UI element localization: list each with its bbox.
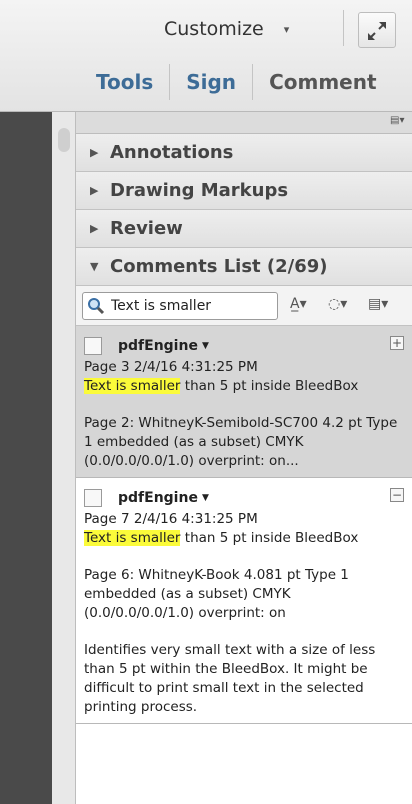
comment-detail: Page 6: WhitneyK-Book 4.081 pt Type 1 em…	[84, 567, 349, 621]
triangle-down-icon: ▼	[90, 260, 99, 273]
comment-text: Text is smaller than 5 pt inside BleedBo…	[84, 529, 402, 548]
comment-checkbox[interactable]	[84, 337, 102, 355]
section-annotations[interactable]: ▶ Annotations	[76, 134, 412, 172]
tab-comment[interactable]: Comment	[253, 62, 392, 102]
section-label: Review	[110, 218, 183, 239]
filter-icon[interactable]: ◌▾	[328, 296, 347, 312]
document-area	[0, 112, 52, 804]
toolbar-divider	[343, 10, 344, 46]
comment-meta: Page 7 2/4/16 4:31:25 PM	[84, 511, 258, 527]
comment-text: Text is smaller than 5 pt inside BleedBo…	[84, 377, 402, 396]
comment-text-rest: than 5 pt inside BleedBox	[180, 530, 359, 546]
section-drawing-markups[interactable]: ▶ Drawing Markups	[76, 172, 412, 210]
comment-author: pdfEngine	[118, 337, 198, 354]
top-toolbar: Customize ▾ Tools Sign Comment	[0, 0, 412, 112]
search-input[interactable]	[111, 297, 271, 314]
tab-tools[interactable]: Tools	[80, 62, 169, 102]
comment-checkbox[interactable]	[84, 489, 102, 507]
panel-header: ▤▾	[76, 112, 412, 134]
panel-options-icon[interactable]: ▤▾	[390, 115, 408, 129]
search-highlight: Text is smaller	[84, 530, 181, 546]
chevron-down-icon: ▾	[283, 22, 290, 36]
section-review[interactable]: ▶ Review	[76, 210, 412, 248]
chevron-down-icon[interactable]: ▼	[202, 337, 209, 356]
scrollbar-thumb[interactable]	[58, 128, 70, 152]
section-comments-list[interactable]: ▼ Comments List (2/69)	[76, 248, 412, 286]
comment-text-rest: than 5 pt inside BleedBox	[180, 378, 359, 394]
comment-detail: Identifies very small text with a size o…	[84, 642, 376, 715]
search-highlight: Text is smaller	[84, 378, 181, 394]
comment-item[interactable]: pdfEngine ▼ − Page 7 2/4/16 4:31:25 PM T…	[76, 478, 412, 724]
comment-panel: ▤▾ ▶ Annotations ▶ Drawing Markups ▶ Rev…	[76, 112, 412, 804]
section-label: Comments List (2/69)	[110, 256, 328, 277]
comment-search-row: A̲▾ ◌▾ ▤▾	[76, 286, 412, 326]
expand-icon	[368, 22, 386, 40]
options-list-icon[interactable]: ▤▾	[368, 296, 388, 312]
comment-author: pdfEngine	[118, 489, 198, 506]
triangle-right-icon: ▶	[90, 184, 99, 197]
customize-label: Customize	[164, 18, 264, 40]
chevron-down-icon[interactable]: ▼	[202, 489, 209, 508]
section-label: Annotations	[110, 142, 234, 163]
tab-sign[interactable]: Sign	[170, 62, 252, 102]
collapse-comment-icon[interactable]: −	[390, 488, 404, 502]
panel-scrollbar[interactable]	[52, 112, 76, 804]
comment-item[interactable]: pdfEngine ▼ + Page 3 2/4/16 4:31:25 PM T…	[76, 326, 412, 478]
comment-meta: Page 3 2/4/16 4:31:25 PM	[84, 359, 258, 375]
customize-menu[interactable]: Customize ▾	[164, 14, 289, 44]
comment-search-box[interactable]	[82, 291, 278, 320]
triangle-right-icon: ▶	[90, 222, 99, 235]
comment-detail: Page 2: WhitneyK-Semibold-SC700 4.2 pt T…	[84, 415, 398, 469]
expand-button[interactable]	[358, 12, 396, 48]
sort-icon[interactable]: A̲▾	[290, 296, 307, 312]
expand-comment-icon[interactable]: +	[390, 336, 404, 350]
tab-bar: Tools Sign Comment	[80, 60, 393, 104]
triangle-right-icon: ▶	[90, 146, 99, 159]
section-label: Drawing Markups	[110, 180, 289, 201]
search-icon	[88, 297, 105, 314]
